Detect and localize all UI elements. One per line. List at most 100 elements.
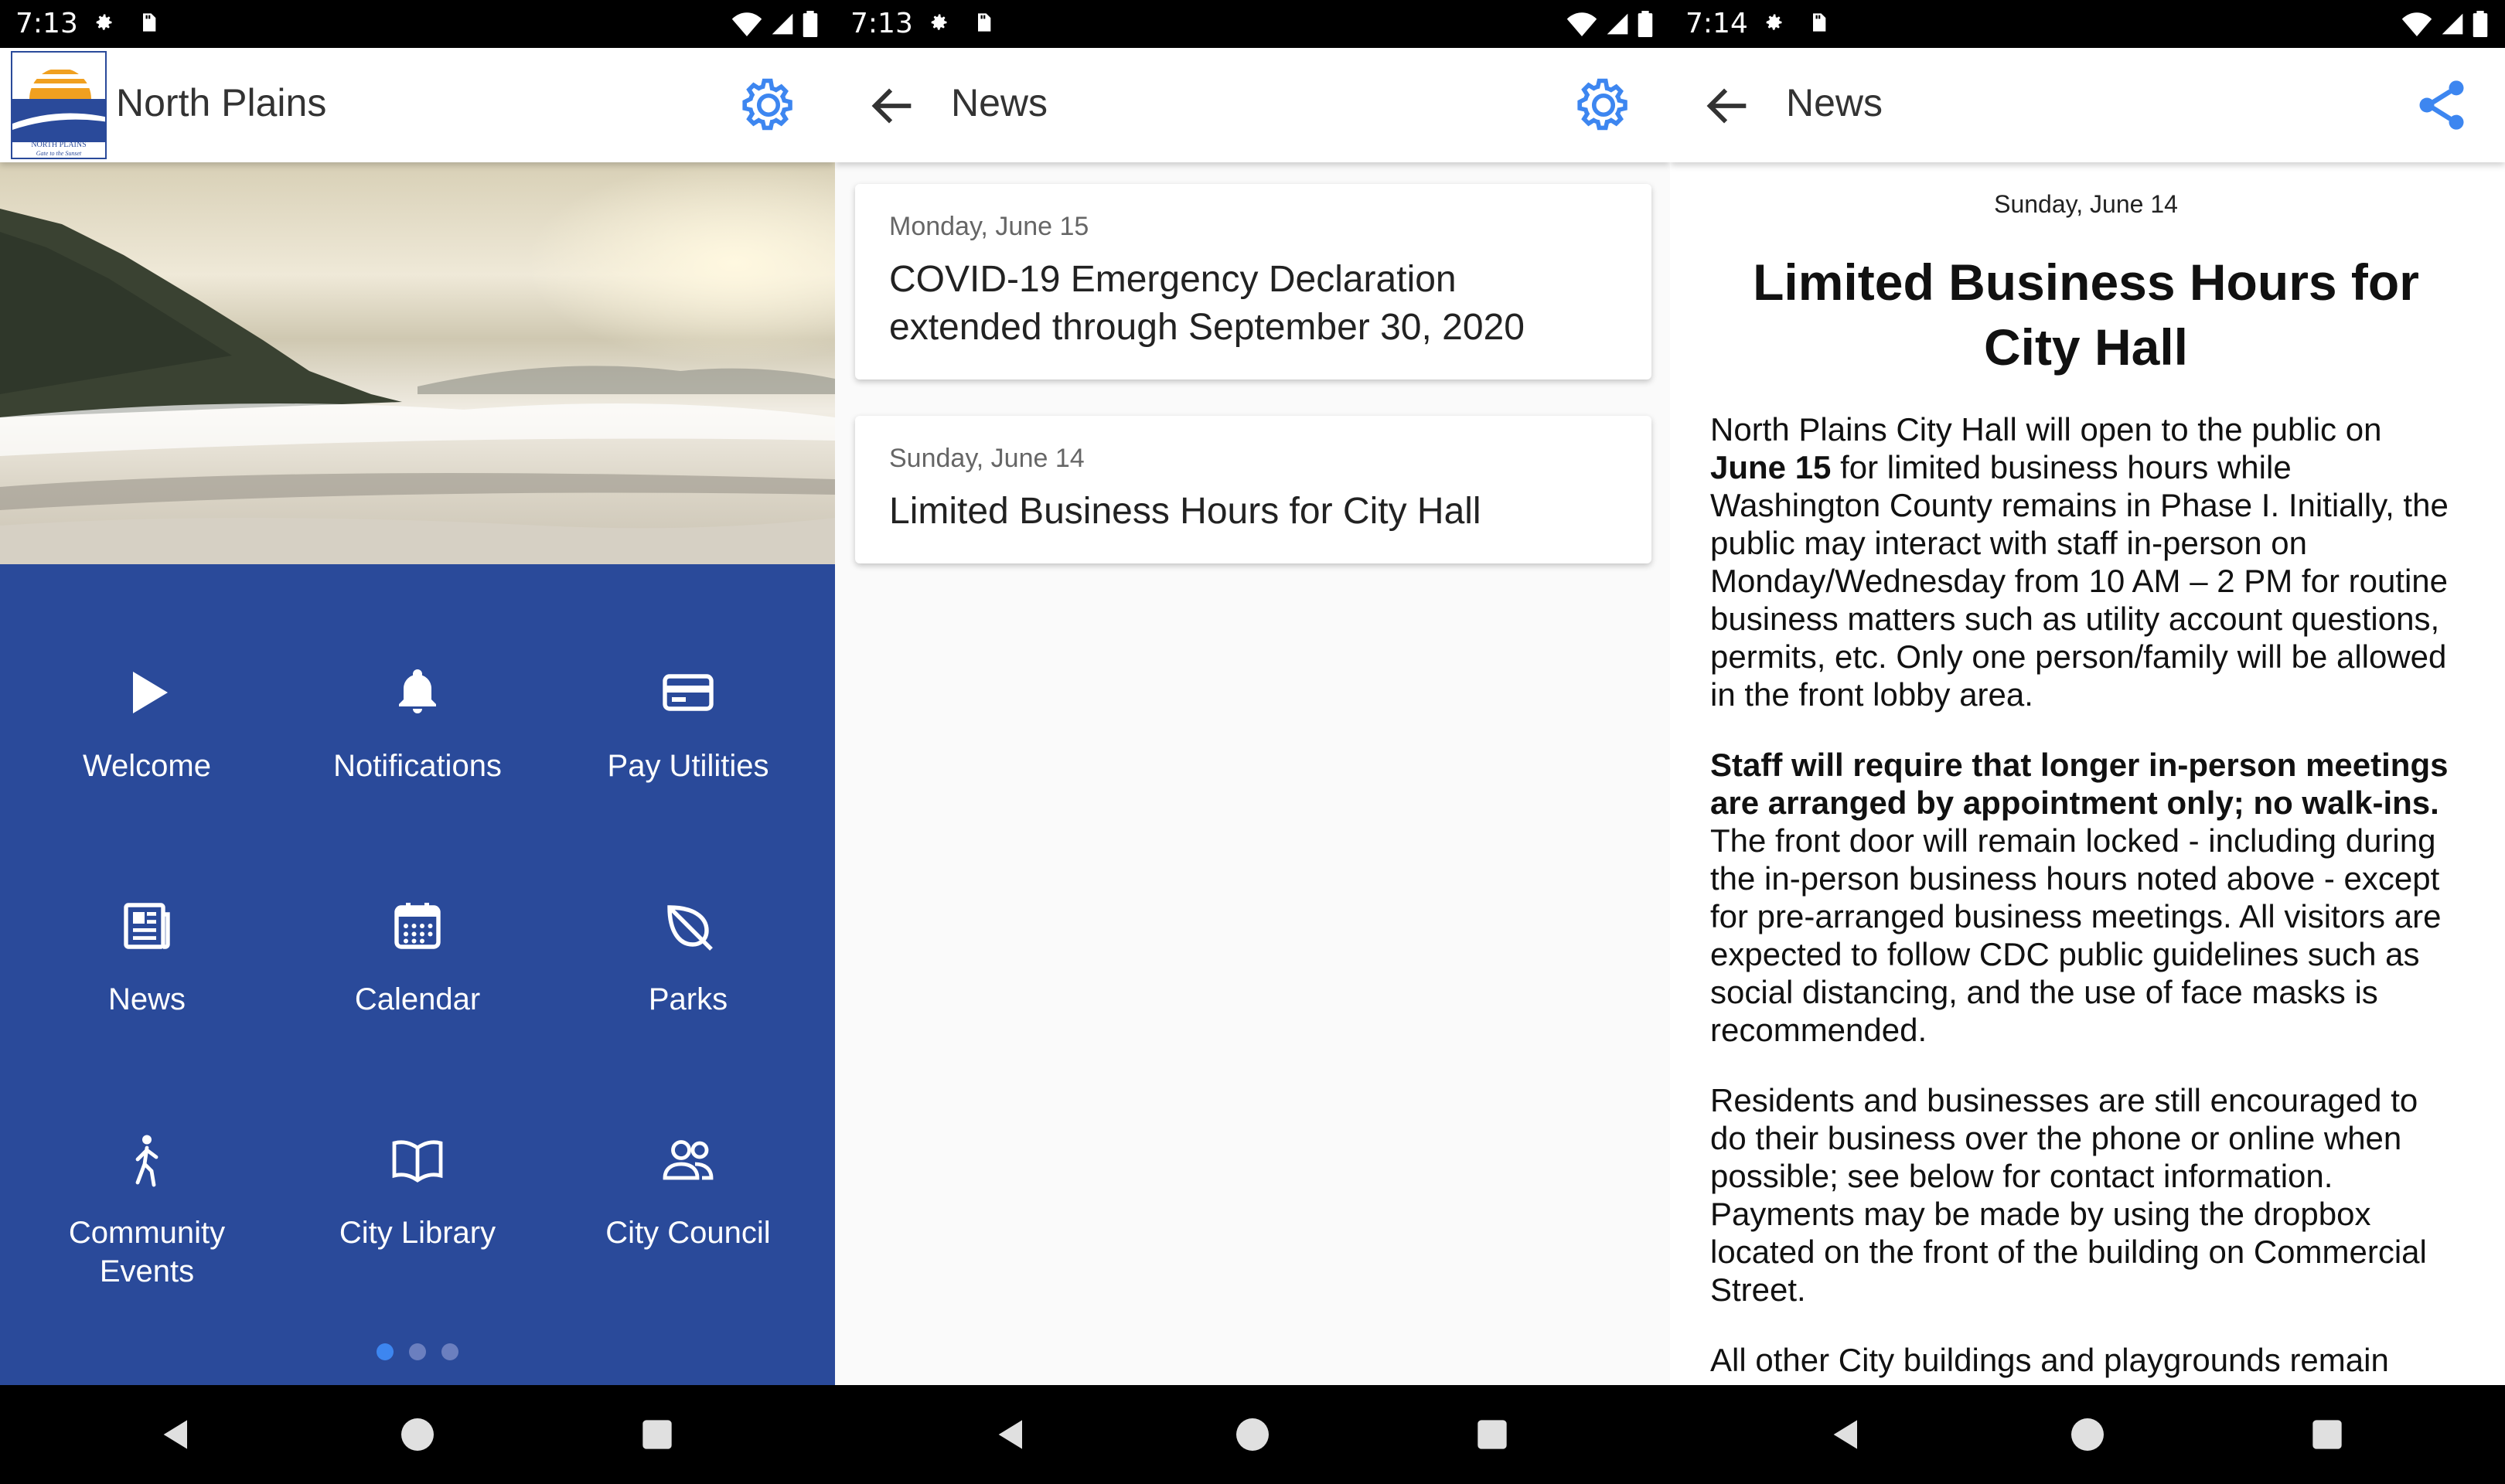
tile-label: Pay Utilities bbox=[607, 749, 769, 783]
tile-city-council[interactable]: City Council bbox=[549, 1031, 827, 1263]
status-time: 7:13 bbox=[850, 8, 913, 39]
app-bar: News bbox=[1670, 48, 2505, 162]
tile-parks[interactable]: Parks bbox=[549, 798, 827, 1030]
page-dot-3[interactable] bbox=[441, 1343, 458, 1360]
leaf-icon bbox=[667, 905, 713, 951]
article-date: Sunday, June 14 bbox=[1994, 190, 2178, 218]
text-run: for limited business hours while Washing… bbox=[1710, 449, 2449, 713]
status-bar: 7:14 bbox=[1670, 0, 2505, 48]
people-icon bbox=[663, 1140, 714, 1180]
calendar-icon bbox=[394, 903, 441, 949]
page-indicator bbox=[0, 1343, 835, 1364]
home-screen: 7:13 NORTH PLAINS Gate to the Sunset Nor… bbox=[0, 0, 835, 1484]
walking-person-icon bbox=[135, 1135, 158, 1187]
tile-label: Parks bbox=[648, 982, 728, 1016]
logo-tagline: Gate to the Sunset bbox=[36, 150, 82, 157]
bell-icon bbox=[399, 669, 436, 713]
article-paragraph: Residents and businesses are still encou… bbox=[1710, 1082, 2427, 1308]
system-nav-bar bbox=[0, 1385, 835, 1484]
open-book-icon bbox=[392, 1140, 443, 1183]
text-run-bold: Staff will require that longer in-person… bbox=[1710, 747, 2449, 821]
back-nav-icon[interactable] bbox=[1825, 1413, 1868, 1456]
home-nav-icon[interactable] bbox=[396, 1413, 439, 1456]
page-dot-2[interactable] bbox=[409, 1343, 426, 1360]
tile-label: News bbox=[107, 982, 186, 1016]
gear-icon bbox=[1577, 78, 1627, 131]
tile-welcome[interactable]: Welcome bbox=[8, 564, 286, 796]
recents-nav-icon[interactable] bbox=[636, 1413, 679, 1456]
share-icon bbox=[2419, 80, 2464, 130]
menu-grid: Welcome Notifications Pay Utilities News… bbox=[0, 564, 835, 1385]
tile-calendar[interactable]: Calendar bbox=[278, 798, 557, 1030]
wifi-icon bbox=[2401, 12, 2432, 36]
logo-text: NORTH PLAINS bbox=[31, 141, 87, 149]
north-plains-logo: NORTH PLAINS Gate to the Sunset bbox=[11, 51, 107, 159]
app-bar: News bbox=[835, 48, 1670, 162]
news-headline: Limited Business Hours for City Hall bbox=[889, 491, 1481, 532]
settings-button[interactable] bbox=[736, 73, 801, 138]
app-title: North Plains bbox=[116, 81, 327, 124]
newspaper-icon bbox=[124, 903, 170, 949]
battery-icon bbox=[803, 11, 818, 37]
battery-icon bbox=[1638, 11, 1653, 37]
status-bar: 7:13 bbox=[0, 0, 835, 48]
arrow-left-icon bbox=[1706, 88, 1747, 124]
settings-status-icon bbox=[931, 14, 947, 30]
battery-icon bbox=[2473, 11, 2488, 37]
news-date: Sunday, June 14 bbox=[889, 444, 1085, 473]
tile-news[interactable]: News bbox=[8, 798, 286, 1030]
tile-city-library[interactable]: City Library bbox=[278, 1031, 557, 1263]
settings-button[interactable] bbox=[1571, 73, 1636, 138]
recents-nav-icon[interactable] bbox=[1471, 1413, 1514, 1456]
back-button[interactable] bbox=[866, 79, 920, 133]
tile-label: Calendar bbox=[354, 982, 481, 1016]
wifi-icon bbox=[731, 12, 762, 36]
home-nav-icon[interactable] bbox=[1231, 1413, 1274, 1456]
arrow-left-icon bbox=[871, 88, 912, 124]
news-card[interactable]: Sunday, June 14 Limited Business Hours f… bbox=[855, 416, 1651, 563]
wifi-icon bbox=[1566, 12, 1597, 36]
article-paragraph: North Plains City Hall will open to the … bbox=[1710, 410, 2462, 713]
page-title: News bbox=[951, 81, 1048, 124]
tile-label: Notifications bbox=[333, 749, 502, 783]
back-button[interactable] bbox=[1701, 79, 1755, 133]
news-headline: COVID-19 Emergency Declaration extended … bbox=[889, 259, 1525, 348]
tile-pay-utilities[interactable]: Pay Utilities bbox=[549, 564, 827, 796]
text-run: The front door will remain locked - incl… bbox=[1710, 822, 2442, 1048]
news-card[interactable]: Monday, June 15 COVID-19 Emergency Decla… bbox=[855, 184, 1651, 380]
text-run-bold: June 15 bbox=[1710, 449, 1832, 485]
status-right bbox=[1566, 11, 1653, 37]
gear-icon bbox=[742, 78, 792, 131]
hero-landscape-image bbox=[0, 162, 835, 564]
news-list-screen: 7:13 News Monday, June 15 COVID-19 Emerg… bbox=[835, 0, 1670, 1484]
tile-label: City Council bbox=[605, 1216, 771, 1250]
status-bar: 7:13 bbox=[835, 0, 1670, 48]
sd-card-icon bbox=[143, 13, 156, 32]
cell-signal-icon bbox=[1607, 13, 1628, 35]
system-nav-bar bbox=[1670, 1385, 2505, 1484]
app-bar: NORTH PLAINS Gate to the Sunset North Pl… bbox=[0, 48, 835, 162]
article-paragraph: Staff will require that longer in-person… bbox=[1710, 746, 2462, 1049]
status-right bbox=[731, 11, 818, 37]
sd-card-icon bbox=[1813, 13, 1826, 32]
cell-signal-icon bbox=[772, 13, 793, 35]
tile-community-events[interactable]: Community Events bbox=[8, 1031, 286, 1288]
recents-nav-icon[interactable] bbox=[2306, 1413, 2349, 1456]
back-nav-icon[interactable] bbox=[990, 1413, 1033, 1456]
share-button[interactable] bbox=[2412, 76, 2471, 134]
status-time: 7:13 bbox=[15, 8, 78, 39]
system-nav-bar bbox=[835, 1385, 1670, 1484]
home-nav-icon[interactable] bbox=[2066, 1413, 2109, 1456]
article-headline: Limited Business Hours for City Hall bbox=[1753, 254, 2419, 376]
back-nav-icon[interactable] bbox=[155, 1413, 198, 1456]
credit-card-icon bbox=[663, 674, 714, 711]
tile-notifications[interactable]: Notifications bbox=[278, 564, 557, 796]
tile-label: City Library bbox=[339, 1216, 496, 1250]
tile-label: Community Events bbox=[68, 1216, 226, 1288]
page-dot-1[interactable] bbox=[377, 1343, 394, 1360]
text-run: North Plains City Hall will open to the … bbox=[1710, 411, 2382, 448]
status-right bbox=[2401, 11, 2488, 37]
article-body[interactable]: Sunday, June 14 Limited Business Hours f… bbox=[1670, 162, 2505, 1385]
settings-status-icon bbox=[96, 14, 112, 30]
cell-signal-icon bbox=[2442, 13, 2463, 35]
